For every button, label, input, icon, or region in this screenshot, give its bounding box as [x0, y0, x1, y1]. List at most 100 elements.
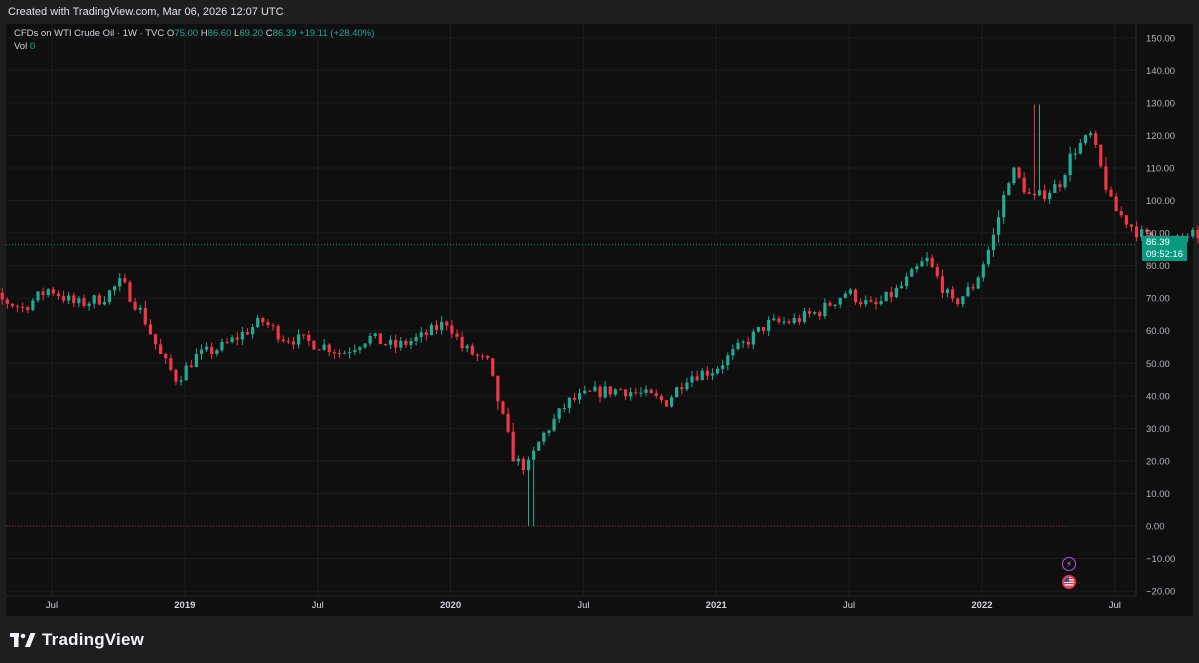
- price-chart[interactable]: 150.00140.00130.00120.00110.00100.0090.0…: [0, 0, 1199, 663]
- candle-body: [429, 324, 434, 336]
- candle-body: [664, 400, 669, 407]
- candle-body: [475, 354, 480, 356]
- candle-body: [276, 326, 280, 340]
- candle-body: [419, 332, 423, 338]
- candle-body: [1063, 175, 1067, 188]
- candle-body: [767, 319, 771, 331]
- candle-body: [342, 353, 347, 355]
- candle-body: [889, 291, 893, 298]
- candle-body: [1094, 133, 1098, 145]
- x-tick-label: Jul: [577, 600, 589, 611]
- candle-body: [772, 318, 776, 320]
- candle-body: [874, 301, 878, 305]
- candle-body: [1124, 215, 1128, 225]
- candle-body: [281, 339, 285, 342]
- candle-body: [603, 386, 607, 398]
- candle-body: [710, 373, 715, 376]
- candle-body: [26, 307, 30, 311]
- x-tick-label: 2020: [440, 600, 461, 611]
- candle-body: [46, 289, 50, 296]
- volume-label[interactable]: Vol: [14, 41, 27, 52]
- candle-body: [1109, 189, 1113, 197]
- candle-body: [36, 291, 40, 301]
- candle-body: [123, 278, 127, 283]
- candle-body: [843, 293, 847, 298]
- candle-body: [669, 397, 674, 407]
- y-tick-label: 100.00: [1146, 196, 1175, 207]
- low-value: 69.20: [239, 28, 264, 39]
- candle-body: [685, 382, 689, 390]
- candle-body: [981, 264, 985, 278]
- candle-body: [337, 353, 342, 355]
- candle-body: [368, 335, 372, 344]
- candle-body: [910, 269, 914, 277]
- candle-body: [113, 286, 117, 291]
- lightning-icon[interactable]: ⚡: [1062, 557, 1076, 571]
- candle-body: [256, 317, 260, 328]
- candle-body: [1058, 184, 1062, 188]
- candle-body: [583, 390, 587, 394]
- brand-logo[interactable]: TradingView: [10, 630, 144, 650]
- candle-body: [440, 321, 444, 330]
- candle-body: [721, 365, 725, 369]
- candle-body: [77, 298, 81, 304]
- candle-body: [659, 395, 663, 401]
- candle-body: [859, 302, 863, 305]
- candle-body: [726, 355, 730, 366]
- y-tick-label: 130.00: [1146, 98, 1175, 109]
- y-tick-label: 40.00: [1146, 391, 1170, 402]
- candle-body: [470, 345, 474, 355]
- candle-body: [818, 312, 822, 317]
- candle-body: [184, 365, 188, 381]
- candle-body: [10, 303, 15, 307]
- candle-body: [680, 387, 684, 390]
- candle-body: [1032, 193, 1036, 196]
- candle-body: [1129, 224, 1134, 227]
- candle-body: [317, 349, 321, 351]
- candle-body: [511, 431, 515, 462]
- candle-body: [460, 336, 464, 349]
- candle-body: [1083, 135, 1088, 144]
- symbol-label[interactable]: CFDs on WTI Crude Oil · 1W · TVC: [14, 28, 164, 39]
- high-value: 86.60: [207, 28, 232, 39]
- candle-body: [1078, 143, 1082, 154]
- candle-body: [649, 389, 653, 394]
- candle-body: [1068, 153, 1072, 176]
- candle-body: [526, 459, 531, 471]
- candle-body: [322, 344, 326, 350]
- candle-body: [199, 349, 204, 354]
- candle-body: [1042, 190, 1047, 200]
- candle-body: [92, 295, 96, 304]
- y-tick-label: 110.00: [1146, 163, 1174, 174]
- candle-body: [935, 266, 939, 277]
- candle-body: [261, 317, 265, 323]
- candle-body: [445, 321, 449, 326]
- candle-body: [746, 341, 750, 345]
- candle-body: [879, 301, 883, 305]
- candle-body: [128, 282, 132, 302]
- candle-body: [480, 355, 485, 357]
- candle-body: [491, 358, 495, 376]
- candle-body: [424, 332, 428, 336]
- candle-body: [266, 322, 270, 326]
- candle-body: [1022, 177, 1026, 193]
- y-tick-label: 150.00: [1146, 33, 1175, 44]
- candle-body: [5, 299, 9, 304]
- candle-body: [164, 354, 168, 359]
- candle-body: [956, 298, 960, 305]
- candle-body: [220, 342, 224, 351]
- us-flag-icon[interactable]: [1062, 575, 1076, 589]
- candle-body: [741, 341, 745, 343]
- y-tick-label: 30.00: [1146, 424, 1170, 435]
- ohlc-row: CFDs on WTI Crude Oil · 1W · TVC O75.00 …: [14, 28, 374, 39]
- candle-body: [302, 334, 306, 336]
- candle-body: [1191, 229, 1195, 237]
- candle-body: [1007, 183, 1011, 196]
- candle-body: [307, 334, 311, 341]
- y-tick-label: 70.00: [1146, 294, 1170, 305]
- volume-value: 0: [29, 41, 36, 52]
- candle-body: [245, 332, 250, 335]
- candle-body: [894, 287, 899, 298]
- candle-body: [997, 217, 1001, 235]
- candle-body: [399, 340, 403, 348]
